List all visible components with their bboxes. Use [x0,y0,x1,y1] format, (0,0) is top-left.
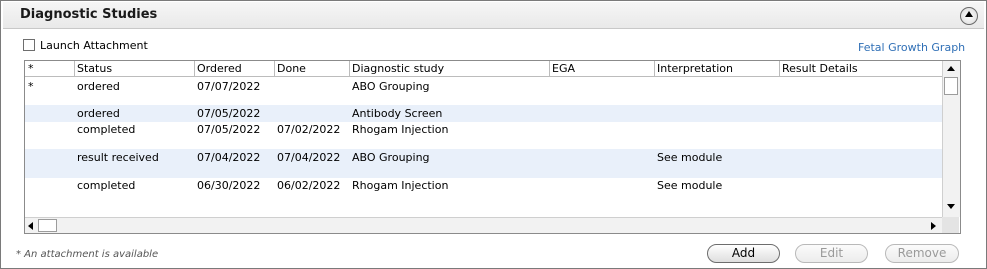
vertical-scrollbar[interactable] [942,61,960,217]
column-header-result-details[interactable]: Result Details [782,62,858,76]
table-row[interactable]: completed 06/30/2022 06/02/2022 Rhogam I… [25,177,942,194]
row-status: ordered [77,80,120,93]
row-status: completed [77,179,136,192]
diagnostic-studies-table: * Status Ordered Done Diagnostic study E… [24,60,961,234]
row-done: 07/02/2022 [277,123,341,136]
row-study: Antibody Screen [352,107,443,120]
row-done: 07/04/2022 [277,151,341,164]
horizontal-scrollbar[interactable] [25,217,942,233]
row-ordered: 07/04/2022 [197,151,261,164]
row-ordered: 07/05/2022 [197,123,261,136]
column-header-ordered[interactable]: Ordered [197,62,242,76]
row-study: Rhogam Injection [352,123,449,136]
remove-button[interactable]: Remove [885,244,959,263]
scroll-down-arrow-icon[interactable] [947,204,955,209]
column-header-diagnostic-study[interactable]: Diagnostic study [352,62,444,76]
row-ordered: 07/05/2022 [197,107,261,120]
row-status: result received [77,151,159,164]
chevron-up-icon [965,11,973,17]
horizontal-scroll-thumb[interactable] [38,219,57,232]
panel-header: Diagnostic Studies [3,2,984,29]
edit-button[interactable]: Edit [795,244,868,263]
table-row[interactable]: completed 07/05/2022 07/02/2022 Rhogam I… [25,121,942,138]
scroll-left-arrow-icon[interactable] [28,222,33,230]
column-header-flag[interactable]: * [28,62,34,76]
table-header: * Status Ordered Done Diagnostic study E… [25,61,942,77]
column-header-ega[interactable]: EGA [552,62,575,76]
row-status: completed [77,123,136,136]
scrollbar-corner [942,217,959,233]
row-flag: * [28,80,34,93]
column-header-done[interactable]: Done [277,62,306,76]
row-study: ABO Grouping [352,151,430,164]
row-interpretation: See module [657,151,723,164]
row-status: ordered [77,107,120,120]
row-ordered: 06/30/2022 [197,179,261,192]
panel-title: Diagnostic Studies [20,7,158,22]
table-row[interactable]: ordered 07/05/2022 Antibody Screen [25,105,942,122]
table-row[interactable]: * ordered 07/07/2022 ABO Grouping [25,78,942,95]
launch-attachment-label: Launch Attachment [40,39,148,52]
row-study: ABO Grouping [352,80,430,93]
attachment-footnote: * An attachment is available [16,249,159,260]
collapse-button[interactable] [960,7,978,25]
row-ordered: 07/07/2022 [197,80,261,93]
fetal-growth-graph-link[interactable]: Fetal Growth Graph [858,41,965,54]
column-header-interpretation[interactable]: Interpretation [657,62,733,76]
vertical-scroll-thumb[interactable] [944,77,958,95]
scroll-right-arrow-icon[interactable] [931,222,936,230]
launch-attachment-checkbox[interactable] [23,39,35,51]
scroll-up-arrow-icon[interactable] [947,66,955,71]
add-button[interactable]: Add [707,244,780,263]
row-done: 06/02/2022 [277,179,341,192]
row-interpretation: See module [657,179,723,192]
table-row[interactable]: result received 07/04/2022 07/04/2022 AB… [25,149,942,178]
row-study: Rhogam Injection [352,179,449,192]
column-header-status[interactable]: Status [77,62,112,76]
diagnostic-studies-panel: Diagnostic Studies Launch Attachment Fet… [0,0,987,269]
